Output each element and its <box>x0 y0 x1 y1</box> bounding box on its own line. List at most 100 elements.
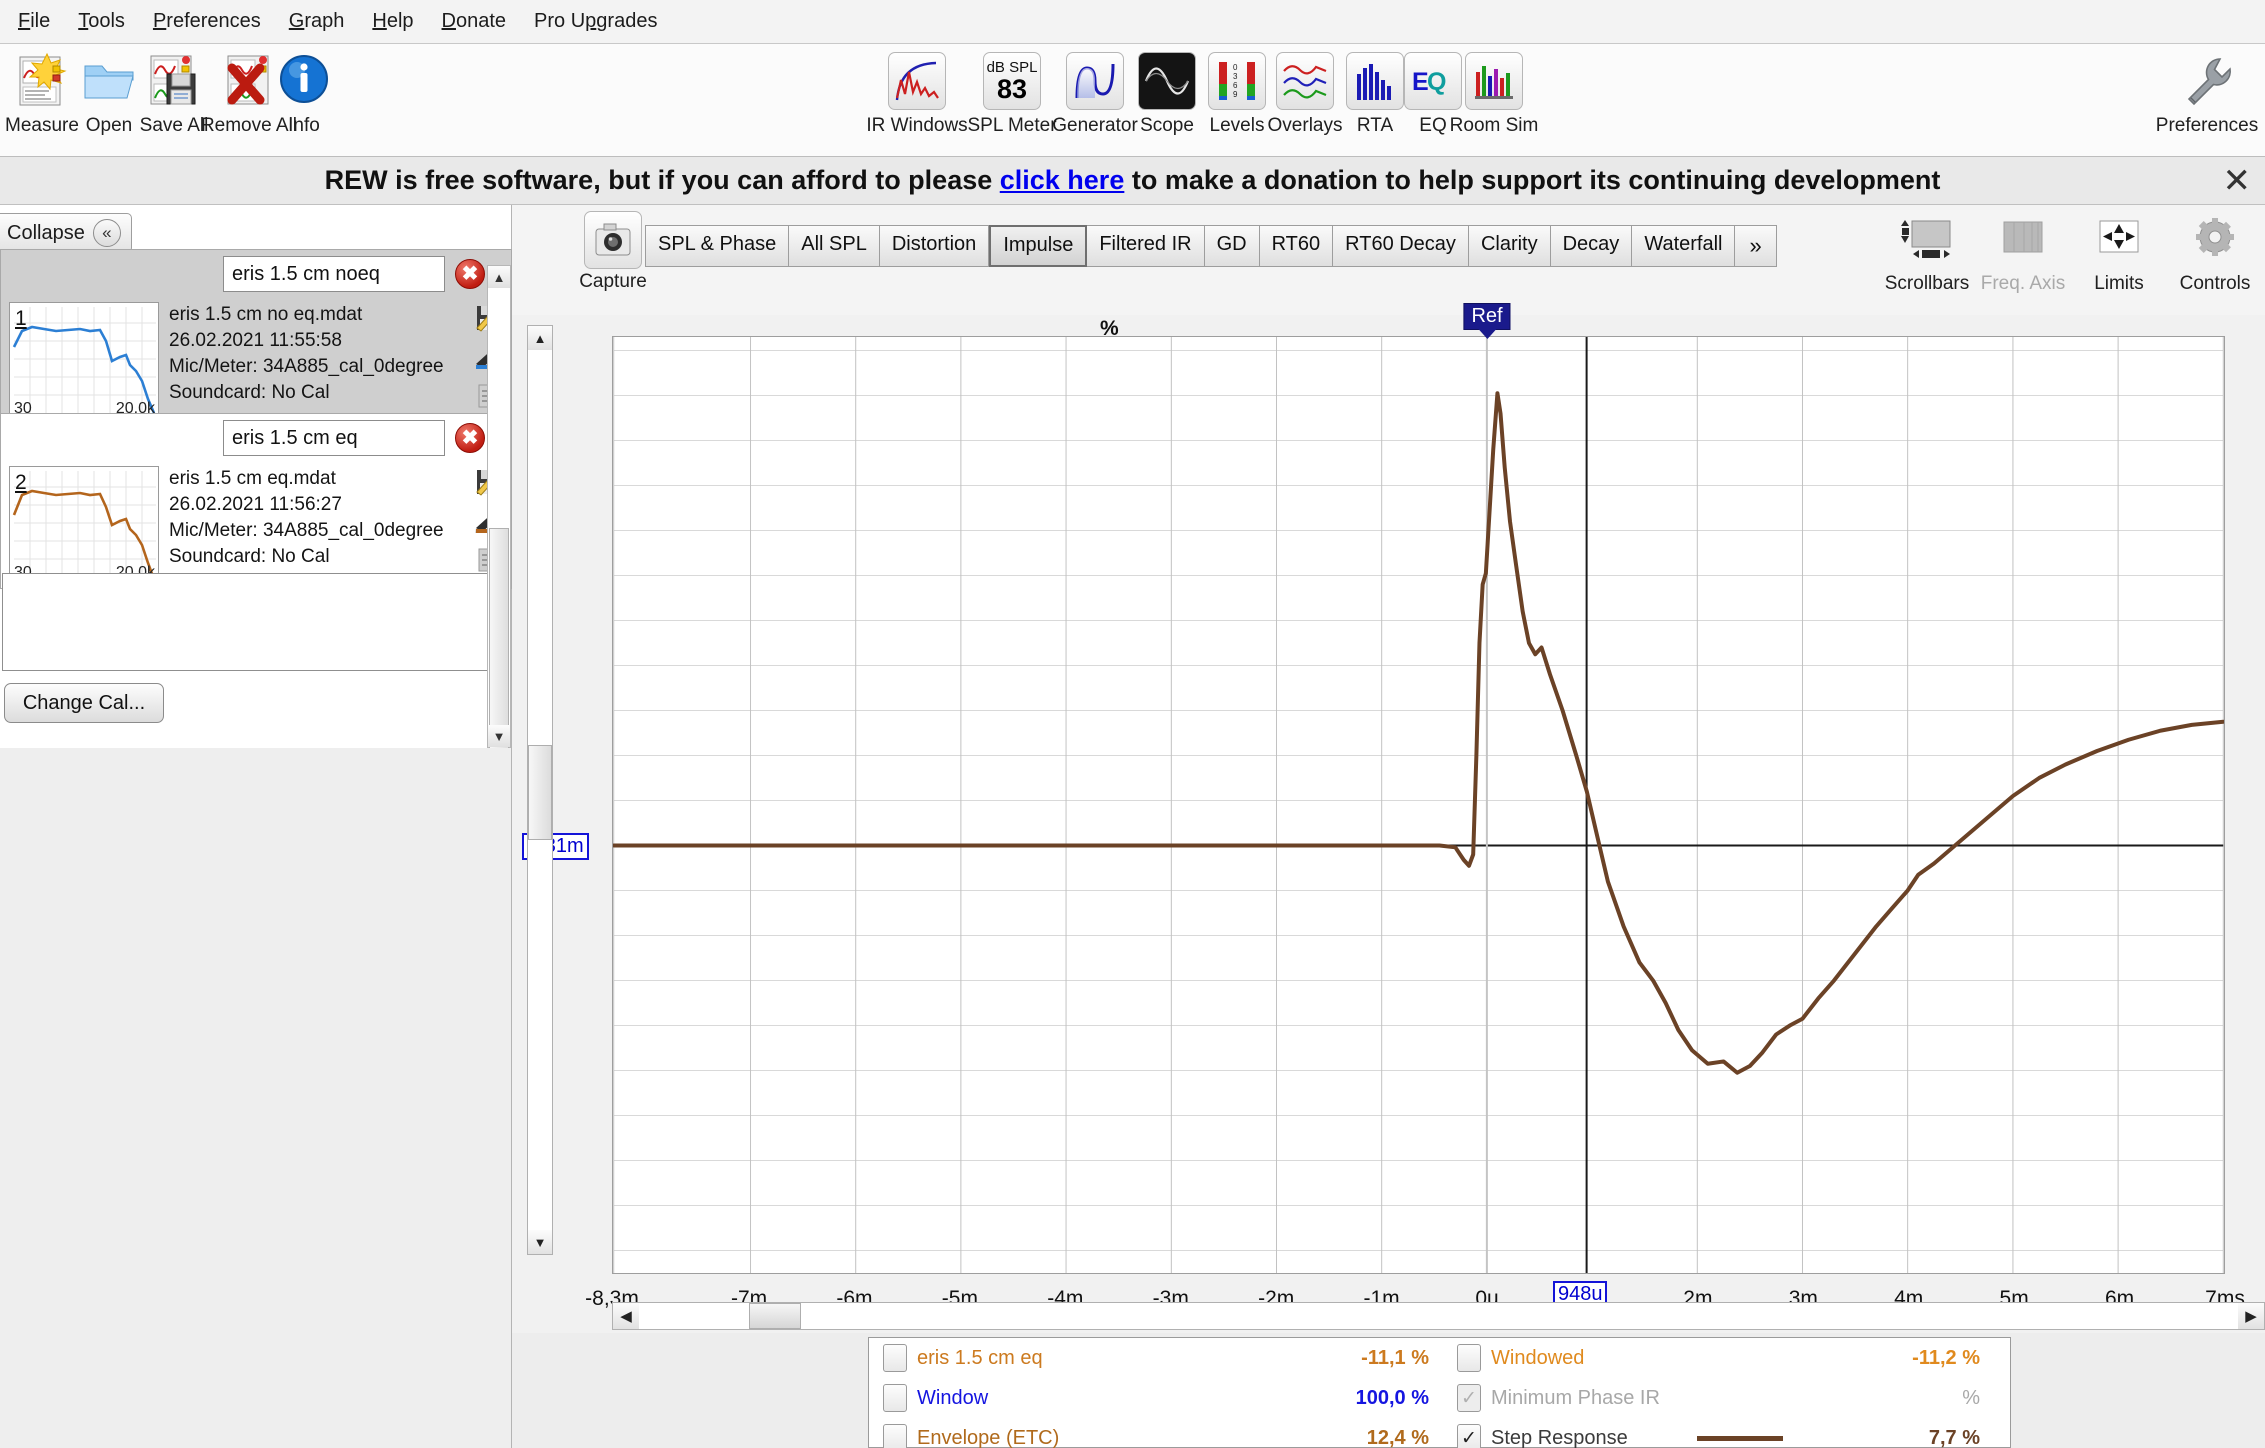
scrollbar-thumb[interactable] <box>528 745 552 840</box>
legend-row: Window 100,0 % ✓ Minimum Phase IR % <box>869 1378 2010 1418</box>
delete-measurement-icon[interactable]: ✖ <box>455 423 485 453</box>
legend-label: Minimum Phase IR <box>1491 1386 1660 1409</box>
tool-label: Limits <box>2094 273 2144 294</box>
change-cal-button[interactable]: Change Cal... <box>4 683 164 723</box>
legend-value: 12,4 % <box>1366 1426 1429 1448</box>
capture-label: Capture <box>579 271 647 292</box>
legend-item-windowed[interactable]: Windowed <box>1443 1338 1743 1378</box>
measurement-card-1[interactable]: eris 1.5 cm noeq ✖ 1 30 20,0k eris 1.5 c… <box>0 249 512 425</box>
legend-row: Envelope (ETC) 12,4 % ✓ Step Response 7,… <box>869 1418 2010 1448</box>
scroll-right-icon[interactable]: ▶ <box>2238 1303 2264 1329</box>
toolbar-button-preferences[interactable]: Preferences <box>2155 50 2259 137</box>
tab-gd[interactable]: GD <box>1204 225 1260 267</box>
legend-item-step-response[interactable]: ✓ Step Response <box>1443 1418 1683 1448</box>
save-all-icon <box>143 50 205 112</box>
tab-clarity[interactable]: Clarity <box>1468 225 1551 267</box>
measurement-card-2[interactable]: eris 1.5 cm eq ✖ 2 eris 1.5 cm eq.mdat 2… <box>0 413 512 589</box>
legend-item-eris-eq[interactable]: eris 1.5 cm eq <box>869 1338 1289 1378</box>
delete-measurement-icon[interactable]: ✖ <box>455 259 485 289</box>
tab-filtered-ir[interactable]: Filtered IR <box>1087 225 1205 267</box>
menu-donate[interactable]: Donate <box>428 6 521 37</box>
tab-rt60[interactable]: RT60 <box>1259 225 1334 267</box>
capture-icon <box>584 211 642 269</box>
scrollbar-track[interactable] <box>488 288 510 768</box>
measurements-scrollbar[interactable]: ▲ ▼ <box>487 265 511 768</box>
graph-toolbar: Capture SPL & Phase All SPL Distortion I… <box>512 205 2265 315</box>
tab-impulse[interactable]: Impulse <box>989 225 1088 267</box>
tab-all-spl[interactable]: All SPL <box>789 225 880 267</box>
scroll-up-icon[interactable]: ▲ <box>488 266 510 288</box>
toolbar-button-ir-windows[interactable]: IR Windows <box>865 50 969 137</box>
legend-checkbox[interactable]: ✓ <box>1457 1384 1481 1412</box>
measurement-info: eris 1.5 cm no eq.mdat 26.02.2021 11:55:… <box>165 298 467 426</box>
tab-rt60-decay[interactable]: RT60 Decay <box>1333 225 1469 267</box>
scrollbar-track[interactable] <box>639 1303 2238 1329</box>
legend-checkbox[interactable]: ✓ <box>1457 1424 1481 1448</box>
legend-checkbox[interactable] <box>883 1384 907 1412</box>
scroll-up-icon[interactable]: ▲ <box>528 326 552 350</box>
notes-textarea[interactable] <box>2 573 504 671</box>
tool-label: Controls <box>2179 273 2251 294</box>
controls-button[interactable]: Controls <box>2167 209 2263 295</box>
donation-banner: REW is free software, but if you can aff… <box>0 157 2265 205</box>
legend-checkbox[interactable] <box>1457 1344 1481 1372</box>
legend-label: Windowed <box>1491 1346 1585 1369</box>
measurement-body: 2 30 20,0k eris 1.5 cm eq.mdat 26.02.202… <box>1 462 511 590</box>
tab-decay[interactable]: Decay <box>1550 225 1633 267</box>
close-icon[interactable]: ✕ <box>2223 164 2252 198</box>
menu-pro-upgrades[interactable]: Pro Upgrades <box>520 6 671 37</box>
measurement-soundcard: Soundcard: No Cal <box>169 546 330 567</box>
ref-marker[interactable]: Ref <box>1463 303 1511 330</box>
graph-tabs: SPL & Phase All SPL Distortion Impulse F… <box>645 225 1777 267</box>
donation-banner-text: REW is free software, but if you can aff… <box>325 165 1941 196</box>
scroll-left-icon[interactable]: ◀ <box>613 1303 639 1329</box>
legend-color-swatch <box>1697 1435 1783 1441</box>
measurement-soundcard: Soundcard: No Cal <box>169 382 330 403</box>
measurement-name-input[interactable]: eris 1.5 cm noeq <box>223 256 445 292</box>
measurement-filename: eris 1.5 cm eq.mdat <box>169 468 336 489</box>
legend-item-minimum-phase-ir[interactable]: ✓ Minimum Phase IR <box>1443 1378 1743 1418</box>
scrollbar-track[interactable] <box>528 350 552 1230</box>
plot-area[interactable] <box>612 336 2225 1274</box>
left-panel-filler <box>0 748 512 1448</box>
legend-item-envelope-etc[interactable]: Envelope (ETC) <box>869 1418 1289 1448</box>
scroll-down-icon[interactable]: ▼ <box>528 1230 552 1254</box>
measurement-number: 2 <box>15 471 27 494</box>
tab-distortion[interactable]: Distortion <box>879 225 990 267</box>
tab-spl-phase[interactable]: SPL & Phase <box>645 225 790 267</box>
toolbar-label: Room Sim <box>1449 115 1539 136</box>
measurement-thumbnail[interactable]: 1 30 20,0k <box>9 302 159 420</box>
menu-file[interactable]: File <box>4 6 64 37</box>
chart-vertical-scrollbar[interactable]: ▲ ▼ <box>527 325 553 1255</box>
tab-waterfall[interactable]: Waterfall <box>1632 225 1736 267</box>
toolbar-button-info[interactable]: Info <box>252 50 356 137</box>
chart-horizontal-scrollbar[interactable]: ◀ ▶ <box>612 1302 2265 1330</box>
measurement-thumbnail[interactable]: 2 30 20,0k <box>9 466 159 584</box>
legend-value: % <box>1962 1386 1980 1409</box>
measurement-filename: eris 1.5 cm no eq.mdat <box>169 304 363 325</box>
graph-view-tools: Scrollbars Freq. Axis Limits Controls <box>1879 209 2263 295</box>
collapse-button[interactable]: Collapse « <box>0 213 132 253</box>
chart-legend: eris 1.5 cm eq -11,1 % Windowed -11,2 % … <box>868 1337 2011 1448</box>
legend-checkbox[interactable] <box>883 1344 907 1372</box>
legend-label: Step Response <box>1491 1426 1628 1448</box>
legend-checkbox[interactable] <box>883 1424 907 1448</box>
freq-axis-button[interactable]: Freq. Axis <box>1975 209 2071 295</box>
toolbar-button-room-sim[interactable]: Room Sim <box>1442 50 1546 137</box>
scrollbar-thumb[interactable] <box>749 1303 801 1329</box>
measurement-name-input[interactable]: eris 1.5 cm eq <box>223 420 445 456</box>
menu-graph[interactable]: Graph <box>275 6 359 37</box>
scroll-down-icon[interactable]: ▼ <box>488 725 510 747</box>
tab-overflow-button[interactable]: » <box>1735 225 1777 267</box>
legend-item-window[interactable]: Window <box>869 1378 1289 1418</box>
info-icon <box>273 50 335 112</box>
menu-tools[interactable]: Tools <box>64 6 139 37</box>
scrollbars-button[interactable]: Scrollbars <box>1879 209 1975 295</box>
legend-label: eris 1.5 cm eq <box>917 1346 1043 1369</box>
limits-button[interactable]: Limits <box>2071 209 2167 295</box>
legend-row: eris 1.5 cm eq -11,1 % Windowed -11,2 % <box>869 1338 2010 1378</box>
measurement-info: eris 1.5 cm eq.mdat 26.02.2021 11:56:27 … <box>165 462 467 590</box>
donate-link[interactable]: click here <box>1000 165 1125 195</box>
menu-help[interactable]: Help <box>358 6 427 37</box>
menu-preferences[interactable]: Preferences <box>139 6 275 37</box>
